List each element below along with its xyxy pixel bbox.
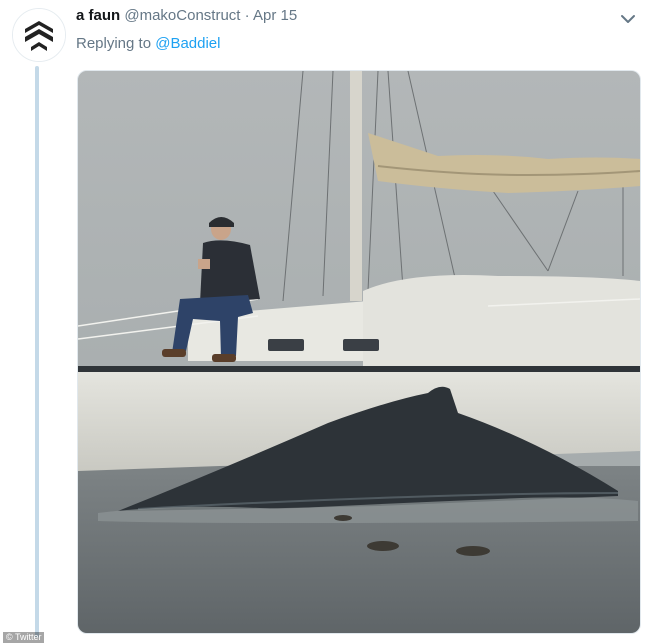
tweet: a faun @makoConstruct · Apr 15 Replying … bbox=[0, 0, 660, 644]
avatar-logo-icon bbox=[13, 9, 65, 61]
porthole-left bbox=[268, 339, 304, 351]
bird-2 bbox=[456, 546, 490, 556]
chevron-down-icon bbox=[621, 15, 635, 23]
reply-mention-link[interactable]: @Baddiel bbox=[155, 35, 220, 52]
separator-dot: · bbox=[244, 7, 250, 24]
thread-line bbox=[35, 66, 39, 638]
bird-1 bbox=[367, 541, 399, 551]
mast bbox=[350, 71, 362, 301]
bow-deck bbox=[363, 275, 640, 371]
avatar[interactable] bbox=[12, 8, 66, 62]
photo-whale-sailboat bbox=[78, 71, 640, 633]
bird-3 bbox=[334, 515, 352, 521]
tweet-photo[interactable] bbox=[77, 70, 641, 634]
twitter-watermark: © Twitter bbox=[3, 632, 45, 643]
tweet-date[interactable]: Apr 15 bbox=[253, 7, 297, 24]
reply-context: Replying to @Baddiel bbox=[76, 35, 221, 52]
tweet-header: a faun @makoConstruct · Apr 15 bbox=[76, 7, 297, 24]
tweet-menu-button[interactable] bbox=[618, 9, 638, 29]
porthole-right bbox=[343, 339, 379, 351]
reply-prefix: Replying to bbox=[76, 35, 152, 52]
hull-stripe bbox=[78, 366, 640, 372]
user-handle[interactable]: @makoConstruct bbox=[124, 7, 240, 24]
display-name[interactable]: a faun bbox=[76, 7, 120, 24]
